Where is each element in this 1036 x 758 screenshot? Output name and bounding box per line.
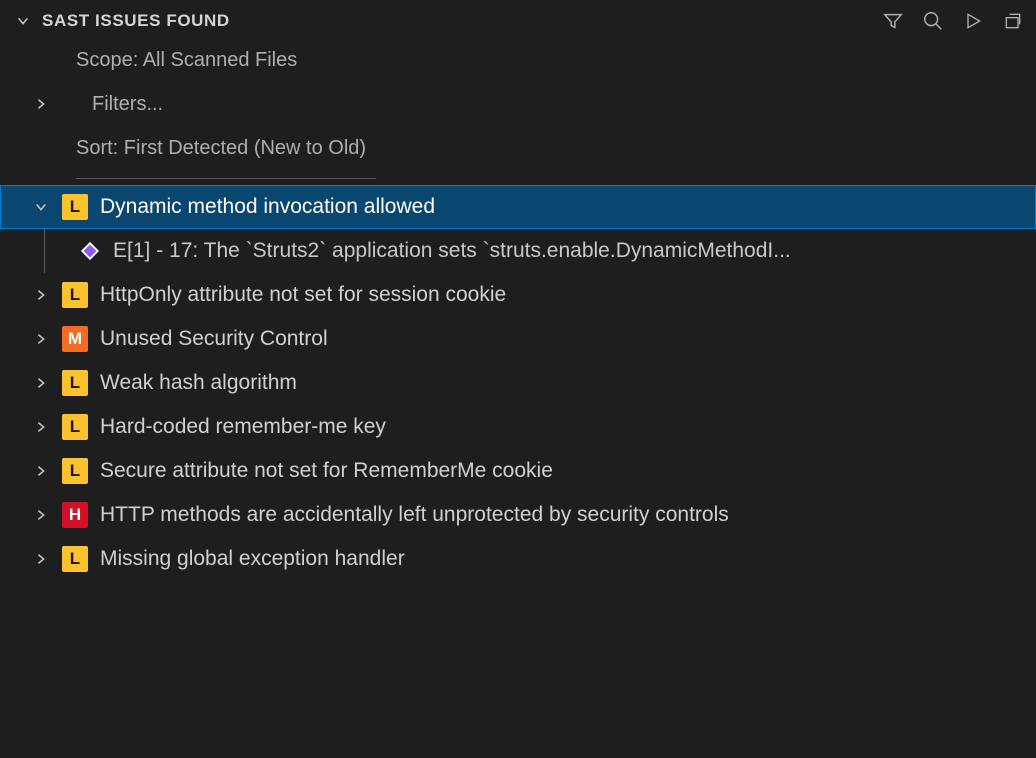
chevron-right-icon (32, 95, 50, 113)
sast-issues-panel: SAST ISSUES FOUND Scope: All Scanned Fil… (0, 0, 1036, 758)
issue-label: HTTP methods are accidentally left unpro… (100, 503, 729, 527)
chevron-right-icon (32, 418, 50, 436)
chevron-right-icon (32, 374, 50, 392)
issue-detail-text: E[1] - 17: The `Struts2` application set… (113, 239, 1036, 263)
chevron-right-icon (32, 506, 50, 524)
issue-label: Dynamic method invocation allowed (100, 195, 435, 219)
filters-row[interactable]: Filters... (0, 82, 1036, 126)
issue-label: Weak hash algorithm (100, 371, 297, 395)
severity-badge-low: L (62, 282, 88, 308)
issue-row[interactable]: L Missing global exception handler (0, 537, 1036, 581)
panel-title: SAST ISSUES FOUND (42, 11, 230, 31)
severity-badge-low: L (62, 370, 88, 396)
severity-badge-high: H (62, 502, 88, 528)
sort-label: Sort: First Detected (New to Old) (76, 137, 366, 160)
issue-row[interactable]: L Weak hash algorithm (0, 361, 1036, 405)
search-icon[interactable] (922, 10, 944, 32)
issue-label: Hard-coded remember-me key (100, 415, 386, 439)
severity-badge-low: L (62, 414, 88, 440)
chevron-down-icon (32, 198, 50, 216)
issue-row[interactable]: L Dynamic method invocation allowed (0, 185, 1036, 229)
filter-icon[interactable] (882, 10, 904, 32)
issue-label: Secure attribute not set for RememberMe … (100, 459, 553, 483)
scope-label: Scope: All Scanned Files (76, 49, 297, 72)
panel-header-left[interactable]: SAST ISSUES FOUND (14, 11, 230, 31)
filters-label: Filters... (92, 93, 163, 116)
sort-row[interactable]: Sort: First Detected (New to Old) (0, 126, 1036, 170)
issue-row[interactable]: L HttpOnly attribute not set for session… (0, 273, 1036, 317)
severity-badge-medium: M (62, 326, 88, 352)
panel-header: SAST ISSUES FOUND (0, 0, 1036, 38)
issue-row[interactable]: L Secure attribute not set for RememberM… (0, 449, 1036, 493)
issue-row[interactable]: L Hard-coded remember-me key (0, 405, 1036, 449)
chevron-right-icon (32, 550, 50, 568)
chevron-right-icon (32, 286, 50, 304)
chevron-right-icon (32, 330, 50, 348)
severity-badge-low: L (62, 546, 88, 572)
finding-icon (79, 240, 101, 262)
collapse-all-icon[interactable] (1002, 10, 1024, 32)
panel-collapse-icon[interactable] (14, 12, 32, 30)
issue-label: Unused Security Control (100, 327, 328, 351)
issue-row[interactable]: H HTTP methods are accidentally left unp… (0, 493, 1036, 537)
issue-label: Missing global exception handler (100, 547, 405, 571)
panel-actions (882, 10, 1024, 32)
tree-guide (44, 229, 45, 273)
severity-badge-low: L (62, 458, 88, 484)
issue-label: HttpOnly attribute not set for session c… (100, 283, 506, 307)
issue-detail-row[interactable]: E[1] - 17: The `Struts2` application set… (0, 229, 1036, 273)
scope-row[interactable]: Scope: All Scanned Files (0, 38, 1036, 82)
run-icon[interactable] (962, 10, 984, 32)
issue-row[interactable]: M Unused Security Control (0, 317, 1036, 361)
divider (76, 178, 376, 179)
chevron-right-icon (32, 462, 50, 480)
severity-badge-low: L (62, 194, 88, 220)
